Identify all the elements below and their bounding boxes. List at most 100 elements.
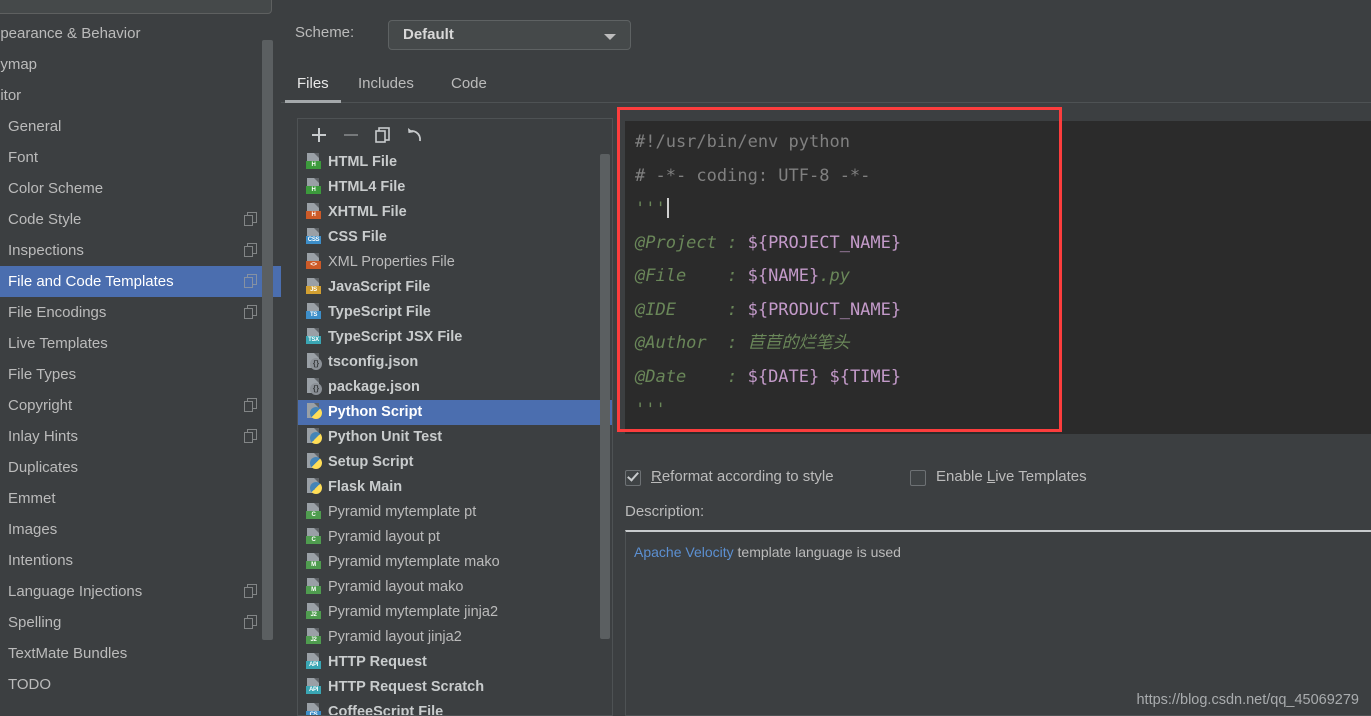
sidebar-item-copyright[interactable]: Copyright	[0, 390, 281, 421]
sidebar-item-color-scheme[interactable]: Color Scheme	[0, 173, 281, 204]
apache-velocity-link[interactable]: Apache Velocity	[634, 544, 734, 560]
template-list-item[interactable]: HHTML File	[298, 150, 612, 175]
code-token: 苣苣的烂笔头	[748, 333, 850, 353]
chevron-down-icon	[604, 34, 616, 40]
copy-settings-icon	[244, 398, 257, 412]
sidebar-item-file-and-code-templates[interactable]: File and Code Templates	[0, 266, 281, 297]
sidebar-item-intentions[interactable]: Intentions	[0, 545, 281, 576]
template-list-item[interactable]: HHTML4 File	[298, 175, 612, 200]
copy-settings-icon	[244, 274, 257, 288]
remove-template-button[interactable]	[340, 124, 362, 146]
template-list-item[interactable]: <>XML Properties File	[298, 250, 612, 275]
templates-list[interactable]: HHTML FileHHTML4 FileHXHTML File CSS CSS F…	[297, 150, 613, 716]
scheme-selected-value: Default	[403, 26, 454, 43]
template-list-item-label: CSS File	[328, 229, 387, 245]
tab-files[interactable]: Files	[297, 70, 329, 103]
sidebar-item-label: Color Scheme	[8, 180, 103, 197]
templates-list-scrollbar-thumb[interactable]	[600, 154, 610, 639]
sidebar-item-inspections[interactable]: Inspections	[0, 235, 281, 266]
settings-category-tree: ppearance & Behavioreymapditor General Fon…	[0, 18, 281, 700]
sidebar-item-label: Images	[8, 521, 57, 538]
sidebar-item-code-style[interactable]: Code Style	[0, 204, 281, 235]
scheme-dropdown[interactable]: Default	[388, 20, 631, 50]
copy-settings-icon	[244, 615, 257, 629]
template-list-item[interactable]: APIHTTP Request	[298, 650, 612, 675]
sidebar-item-label: Copyright	[8, 397, 72, 414]
code-token: # -*- coding: UTF-8 -*-	[635, 166, 870, 186]
template-list-item[interactable]: TSTypeScript File	[298, 300, 612, 325]
live-templates-label-pre: Enable	[936, 468, 987, 485]
python-file-icon	[306, 428, 321, 444]
reset-template-button[interactable]	[404, 124, 426, 146]
sidebar-item-emmet[interactable]: Emmet	[0, 483, 281, 514]
sidebar-item-inlay-hints[interactable]: Inlay Hints	[0, 421, 281, 452]
template-list-item[interactable]: CPyramid layout pt	[298, 525, 612, 550]
sidebar-item-general[interactable]: General	[0, 111, 281, 142]
template-list-item-label: HTML File	[328, 154, 397, 170]
sidebar-item-ppearance-behavior[interactable]: ppearance & Behavior	[0, 18, 281, 49]
template-list-item[interactable]: CSS CSS File	[298, 225, 612, 250]
copy-settings-icon	[244, 305, 257, 319]
template-list-item[interactable]: APIHTTP Request Scratch	[298, 675, 612, 700]
scheme-label: Scheme:	[295, 24, 354, 41]
template-list-item-label: JavaScript File	[328, 279, 430, 295]
tab-includes[interactable]: Includes	[358, 70, 414, 103]
template-list-item[interactable]: Python Script	[298, 400, 612, 425]
template-list-item[interactable]: J2Pyramid layout jinja2	[298, 625, 612, 650]
css-file-icon: CSS	[306, 228, 321, 244]
add-template-button[interactable]	[308, 124, 330, 146]
python-file-icon	[306, 403, 321, 419]
sidebar-item-todo[interactable]: TODO	[0, 669, 281, 700]
copy-settings-icon	[244, 584, 257, 598]
code-token: ${DATE} ${TIME}	[748, 367, 902, 387]
sidebar-search-input[interactable]	[0, 0, 272, 14]
sidebar-item-file-types[interactable]: File Types	[0, 359, 281, 390]
coffeescript-file-icon: CS	[306, 703, 321, 716]
template-list-item[interactable]: CPyramid mytemplate pt	[298, 500, 612, 525]
copy-template-button[interactable]	[372, 124, 394, 146]
sidebar-item-duplicates[interactable]: Duplicates	[0, 452, 281, 483]
sidebar-item-font[interactable]: Font	[0, 142, 281, 173]
python-file-icon	[306, 453, 321, 469]
code-line: #!/usr/bin/env python	[635, 126, 901, 160]
copy-settings-icon	[244, 212, 257, 226]
reformat-checkbox-label[interactable]: Reformat according to style	[651, 468, 834, 485]
sidebar-item-spelling[interactable]: Spelling	[0, 607, 281, 638]
template-list-item[interactable]: Python Unit Test	[298, 425, 612, 450]
sidebar-item-ditor[interactable]: ditor	[0, 80, 281, 111]
sidebar-item-eymap[interactable]: eymap	[0, 49, 281, 80]
sidebar-item-images[interactable]: Images	[0, 514, 281, 545]
text-caret	[667, 198, 669, 218]
template-list-item[interactable]: MPyramid layout mako	[298, 575, 612, 600]
sidebar-item-label: Emmet	[8, 490, 56, 507]
code-token: '''	[635, 400, 666, 420]
template-list-item[interactable]: J2Pyramid mytemplate jinja2	[298, 600, 612, 625]
template-list-item[interactable]: MPyramid mytemplate mako	[298, 550, 612, 575]
template-list-item[interactable]: JSJavaScript File	[298, 275, 612, 300]
sidebar-item-file-encodings[interactable]: File Encodings	[0, 297, 281, 328]
sidebar-item-textmate-bundles[interactable]: TextMate Bundles	[0, 638, 281, 669]
template-list-item[interactable]: HXHTML File	[298, 200, 612, 225]
template-list-item-label: Setup Script	[328, 454, 413, 470]
template-list-item[interactable]: TSXTypeScript JSX File	[298, 325, 612, 350]
sidebar-item-label: General	[8, 118, 61, 135]
sidebar-item-live-templates[interactable]: Live Templates	[0, 328, 281, 359]
copy-settings-icon	[244, 429, 257, 443]
template-list-item[interactable]: Setup Script	[298, 450, 612, 475]
tab-code[interactable]: Code	[451, 70, 487, 103]
template-list-item[interactable]: Flask Main	[298, 475, 612, 500]
live-templates-checkbox-label[interactable]: Enable Live Templates	[936, 468, 1087, 485]
sidebar-scrollbar-thumb[interactable]	[262, 40, 273, 640]
template-list-item[interactable]: {}package.json	[298, 375, 612, 400]
reformat-checkbox[interactable]	[625, 470, 641, 486]
code-token: @Project :	[635, 233, 748, 253]
template-code-editor[interactable]: #!/usr/bin/env python # -*- coding: UTF-8…	[625, 114, 1371, 434]
sidebar-item-language-injections[interactable]: Language Injections	[0, 576, 281, 607]
editor-top-gutter	[625, 114, 1371, 121]
template-list-item[interactable]: CSCoffeeScript File	[298, 700, 612, 716]
live-templates-label-mnemonic: L	[987, 468, 995, 485]
live-templates-checkbox[interactable]	[910, 470, 926, 486]
template-list-item-label: TypeScript File	[328, 304, 431, 320]
file-and-code-templates-panel: Scheme: Default Files Includes Code	[281, 0, 1371, 716]
template-list-item[interactable]: {}tsconfig.json	[298, 350, 612, 375]
